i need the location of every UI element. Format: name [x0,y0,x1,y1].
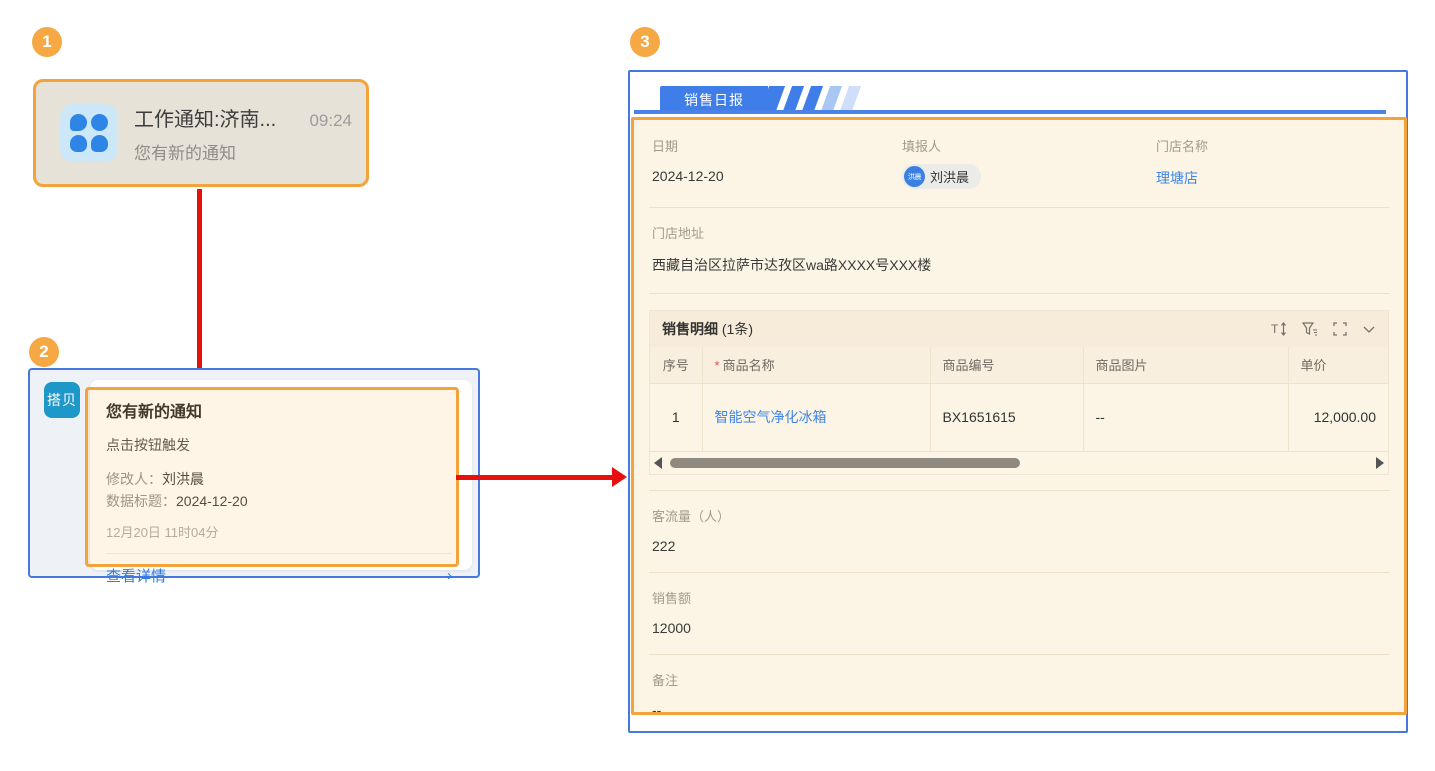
required-marker: * [715,358,720,373]
field-label: 门店名称 [1156,136,1386,155]
step-3-badge: 3 [630,27,660,57]
modifier-value: 刘洪晨 [162,471,204,487]
chevron-right-icon: › [447,567,452,584]
table-toolbar: T [1271,321,1376,337]
sales-detail-section: 销售明细 (1条) T [649,310,1389,475]
clover-grid-icon [60,104,118,162]
message-title: 您有新的通知 [106,398,452,422]
message-meta: 修改人：刘洪晨 数据标题：2024-12-20 [106,468,452,512]
detail-title-text: 销售明细 [662,321,718,337]
step-1-badge: 1 [32,27,62,57]
field-label: 备注 [652,670,1386,689]
field-label: 日期 [652,136,902,155]
svg-text:T: T [1271,322,1279,336]
banner-underline [634,110,1386,114]
table-header-row: 序号 *商品名称 商品编号 商品图片 单价 [650,347,1388,383]
field-value: 12000 [652,620,1386,636]
notification-time: 09:24 [309,111,352,131]
notification-text-block: 工作通知:济南... 09:24 您有新的通知 [134,103,352,164]
product-link[interactable]: 智能空气净化冰箱 [715,409,827,425]
detail-count: (1条) [722,321,753,337]
field-label: 填报人 [902,136,1156,155]
reporter-name: 刘洪晨 [930,167,969,186]
cell-product-name: 智能空气净化冰箱 [702,383,930,451]
screenshot-stage: 1 2 3 工作通知:济南... 09:24 您有新的通知 搭贝 您有新的通知 … [0,0,1435,771]
table-row: 1 智能空气净化冰箱 BX1651615 -- 12,000.00 [650,383,1388,451]
arrow-step1-to-step2 [197,189,202,369]
cell-product-code: BX1651615 [930,383,1083,451]
row-height-icon[interactable]: T [1271,321,1288,337]
reporter-pill[interactable]: 洪晨 刘洪晨 [902,164,981,189]
sales-detail-table: 序号 *商品名称 商品编号 商品图片 单价 1 智能空气净化冰箱 BX16516… [650,347,1388,452]
scrollbar-track[interactable] [668,458,1370,468]
view-details-button[interactable]: 查看详情 › [106,553,452,597]
message-body: 点击按钮触发 [106,435,452,455]
arrow-head-right-icon [612,467,627,487]
field-date: 日期 2024-12-20 [652,136,902,189]
store-name-link[interactable]: 理塘店 [1156,168,1386,188]
modifier-label: 修改人： [106,471,162,487]
scroll-right-icon[interactable] [1376,457,1384,469]
message-card[interactable]: 您有新的通知 点击按钮触发 修改人：刘洪晨 数据标题：2024-12-20 12… [90,380,472,570]
message-card-container: 搭贝 您有新的通知 点击按钮触发 修改人：刘洪晨 数据标题：2024-12-20… [28,368,480,578]
avatar: 洪晨 [904,166,925,187]
col-product-image: 商品图片 [1083,347,1288,383]
cell-unit-price: 12,000.00 [1288,383,1388,451]
field-customer-flow: 客流量（人） 222 [649,490,1389,573]
sales-detail-header: 销售明细 (1条) T [650,311,1388,347]
field-label: 客流量（人） [652,506,1386,525]
data-title-value: 2024-12-20 [176,493,248,509]
notification-preview: 您有新的通知 [134,139,352,164]
sales-report-panel: 销售日报 日期 2024-12-20 填报人 洪晨 刘洪晨 [628,70,1408,733]
fullscreen-icon[interactable] [1332,321,1348,337]
cell-serial: 1 [650,383,702,451]
sales-detail-title: 销售明细 (1条) [662,319,753,339]
form-row-top: 日期 2024-12-20 填报人 洪晨 刘洪晨 门店名称 理塘店 [649,120,1389,208]
horizontal-scrollbar[interactable] [650,452,1388,474]
field-store-name: 门店名称 理塘店 [1156,136,1386,189]
chevron-down-icon[interactable] [1362,321,1376,337]
report-form: 日期 2024-12-20 填报人 洪晨 刘洪晨 门店名称 理塘店 门店地址 [631,117,1407,715]
notification-title: 工作通知:济南... [134,103,276,132]
cell-product-image: -- [1083,383,1288,451]
view-details-label: 查看详情 [106,565,166,586]
field-label: 销售额 [652,588,1386,607]
field-reporter: 填报人 洪晨 刘洪晨 [902,136,1156,189]
field-remarks: 备注 -- [649,655,1389,716]
scroll-left-icon[interactable] [654,457,662,469]
work-notification-card[interactable]: 工作通知:济南... 09:24 您有新的通知 [33,79,369,187]
field-label: 门店地址 [652,223,1386,242]
col-product-code: 商品编号 [930,347,1083,383]
data-title-label: 数据标题： [106,493,176,509]
col-product-name: *商品名称 [702,347,930,383]
step-2-badge: 2 [29,337,59,367]
field-value: 222 [652,538,1386,554]
col-serial: 序号 [650,347,702,383]
field-value: 2024-12-20 [652,168,902,184]
field-value: 西藏自治区拉萨市达孜区wa路XXXX号XXX楼 [652,255,1386,275]
dabei-app-badge: 搭贝 [44,382,80,418]
field-sales-amount: 销售额 12000 [649,573,1389,655]
field-value: -- [652,702,1386,716]
field-store-address: 门店地址 西藏自治区拉萨市达孜区wa路XXXX号XXX楼 [649,208,1389,294]
arrow-step2-to-step3 [456,475,614,480]
message-timestamp: 12月20日 11时04分 [106,522,452,541]
col-unit-price: 单价 [1288,347,1388,383]
filter-icon[interactable] [1302,321,1318,337]
scrollbar-thumb[interactable] [670,458,1020,468]
